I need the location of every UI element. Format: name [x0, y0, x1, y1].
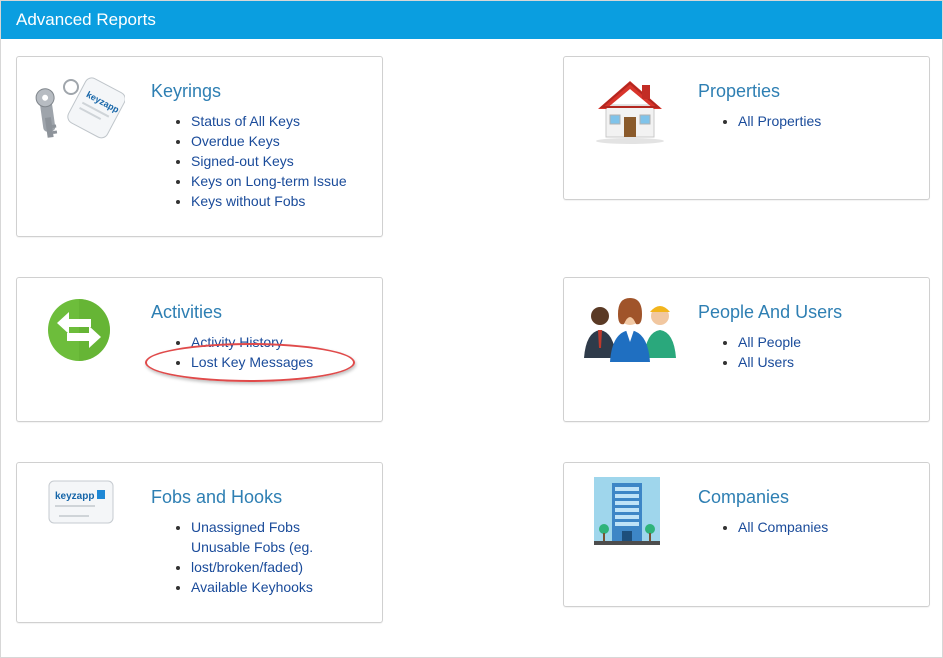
link-list: All Properties [698, 111, 821, 131]
card-fobs-hooks: keyzapp Fobs and Hooks Unassigned Fobs U… [16, 462, 383, 623]
list-item: Status of All Keys [191, 111, 347, 131]
panel-header: Advanced Reports [1, 1, 942, 39]
link-unusable-fobs[interactable]: Unusable Fobs (eg. lost/broken/faded) [191, 537, 326, 577]
card-title: Keyrings [151, 81, 222, 101]
office-building-icon [594, 477, 660, 545]
list-item: Activity History [191, 332, 313, 352]
link-available-keyhooks[interactable]: Available Keyhooks [191, 579, 313, 595]
card-keyrings: keyzapp Keyrings Status of All Keys Over… [16, 56, 383, 237]
link-activity-history[interactable]: Activity History [191, 334, 283, 350]
link-all-properties[interactable]: All Properties [738, 113, 821, 129]
link-unassigned-fobs[interactable]: Unassigned Fobs [191, 519, 300, 535]
list-item: Available Keyhooks [191, 577, 326, 597]
card-title: People And Users [698, 302, 843, 322]
link-keys-long-term-issue[interactable]: Keys on Long-term Issue [191, 173, 347, 189]
list-item: Signed-out Keys [191, 151, 347, 171]
fob-card-icon: keyzapp [35, 475, 125, 555]
card-people-users: People And Users All People All Users [563, 277, 930, 422]
card-title: Properties [698, 81, 781, 101]
link-signed-out-keys[interactable]: Signed-out Keys [191, 153, 294, 169]
list-item: Keys on Long-term Issue [191, 171, 347, 191]
card-title: Activities [151, 302, 223, 322]
list-item: All Users [738, 352, 801, 372]
keyring-icon: keyzapp [35, 69, 126, 149]
list-item: All Companies [738, 517, 828, 537]
link-list: Activity History Lost Key Messages [151, 332, 313, 372]
card-activities: Activities Activity History Lost Key Mes… [16, 277, 383, 422]
exchange-arrows-icon [35, 290, 125, 370]
list-item: Overdue Keys [191, 131, 347, 151]
list-item: Unassigned Fobs [191, 517, 326, 537]
card-properties: Properties All Properties [563, 56, 930, 200]
list-item: All People [738, 332, 801, 352]
link-list: Unassigned Fobs Unusable Fobs (eg. lost/… [151, 517, 326, 597]
link-all-people[interactable]: All People [738, 334, 801, 350]
list-item: All Properties [738, 111, 821, 131]
link-all-companies[interactable]: All Companies [738, 519, 828, 535]
link-list: All People All Users [698, 332, 801, 372]
link-status-of-all-keys[interactable]: Status of All Keys [191, 113, 300, 129]
advanced-reports-panel: Advanced Reports keyzapp Keyrings • Stat… [0, 0, 943, 658]
link-lost-key-messages[interactable]: Lost Key Messages [191, 354, 313, 370]
list-item: Unusable Fobs (eg. lost/broken/faded) [191, 537, 326, 577]
link-all-users[interactable]: All Users [738, 354, 794, 370]
people-group-icon [576, 290, 686, 370]
keyzapp-logo-text: keyzapp [55, 491, 94, 502]
card-title: Fobs and Hooks [151, 487, 283, 507]
card-title: Companies [698, 487, 790, 507]
link-list: Status of All Keys Overdue Keys Signed-o… [151, 111, 347, 211]
link-list: All Companies [698, 517, 828, 537]
list-item: Lost Key Messages [191, 352, 313, 372]
list-item: Keys without Fobs [191, 191, 347, 211]
link-overdue-keys[interactable]: Overdue Keys [191, 133, 280, 149]
link-keys-without-fobs[interactable]: Keys without Fobs [191, 193, 305, 209]
house-icon [582, 69, 672, 149]
card-companies: Companies All Companies [563, 462, 930, 607]
